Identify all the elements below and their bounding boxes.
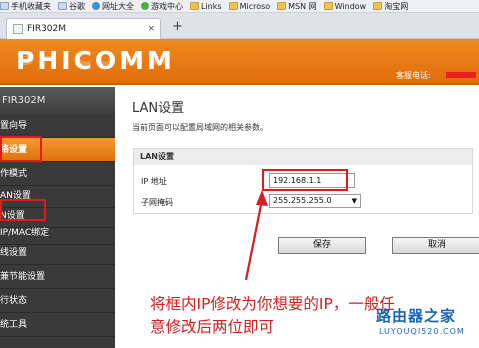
watermark-title: 路由器之家	[376, 307, 457, 325]
arrow-shaft	[244, 199, 264, 281]
site-watermark: 路由器之家 LUYOUQI520.COM	[374, 305, 479, 348]
watermark-url: LUYOUQI520.COM	[379, 327, 465, 336]
arrow-head	[256, 190, 268, 206]
browser-window: 手机收藏夹 谷歌 网址大全 游戏中心 Links Microso MSN 网 W…	[0, 0, 479, 348]
